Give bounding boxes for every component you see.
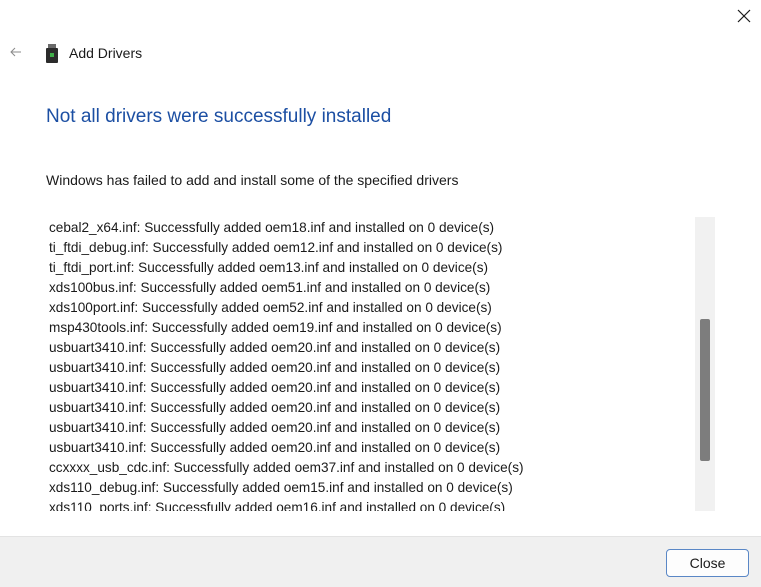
app-title: Add Drivers <box>69 45 143 61</box>
log-line: xds100bus.inf: Successfully added oem51.… <box>49 280 491 295</box>
log-line: usbuart3410.inf: Successfully added oem2… <box>49 340 501 355</box>
log-line: usbuart3410.inf: Successfully added oem2… <box>49 400 501 415</box>
log-line: usbuart3410.inf: Successfully added oem2… <box>49 380 501 395</box>
driver-log-list: cebal2_x64.inf: Successfully added oem18… <box>49 218 524 511</box>
log-scrollbar[interactable] <box>695 217 715 511</box>
log-line: ccxxxx_usb_cdc.inf: Successfully added o… <box>49 460 524 475</box>
log-line: ti_ftdi_port.inf: Successfully added oem… <box>49 260 489 275</box>
log-line: usbuart3410.inf: Successfully added oem2… <box>49 440 501 455</box>
dialog-footer: Close <box>0 536 761 587</box>
log-line: xds100port.inf: Successfully added oem52… <box>49 300 492 315</box>
close-icon[interactable] <box>727 0 761 32</box>
log-line: cebal2_x64.inf: Successfully added oem18… <box>49 220 495 235</box>
log-line: usbuart3410.inf: Successfully added oem2… <box>49 360 501 375</box>
close-button[interactable]: Close <box>666 549 749 577</box>
scrollbar-thumb[interactable] <box>700 319 710 461</box>
driver-log: cebal2_x64.inf: Successfully added oem18… <box>46 217 694 511</box>
log-line: usbuart3410.inf: Successfully added oem2… <box>49 420 501 435</box>
log-line: xds110_debug.inf: Successfully added oem… <box>49 480 513 495</box>
usb-drive-icon <box>46 44 58 63</box>
page-heading: Not all drivers were successfully instal… <box>46 106 392 127</box>
back-arrow-icon[interactable] <box>7 43 25 61</box>
add-drivers-window: Add Drivers Not all drivers were success… <box>0 0 761 587</box>
status-description: Windows has failed to add and install so… <box>46 172 459 188</box>
log-line: xds110_ports.inf: Successfully added oem… <box>49 500 506 511</box>
log-line: msp430tools.inf: Successfully added oem1… <box>49 320 502 335</box>
log-line: ti_ftdi_debug.inf: Successfully added oe… <box>49 240 503 255</box>
